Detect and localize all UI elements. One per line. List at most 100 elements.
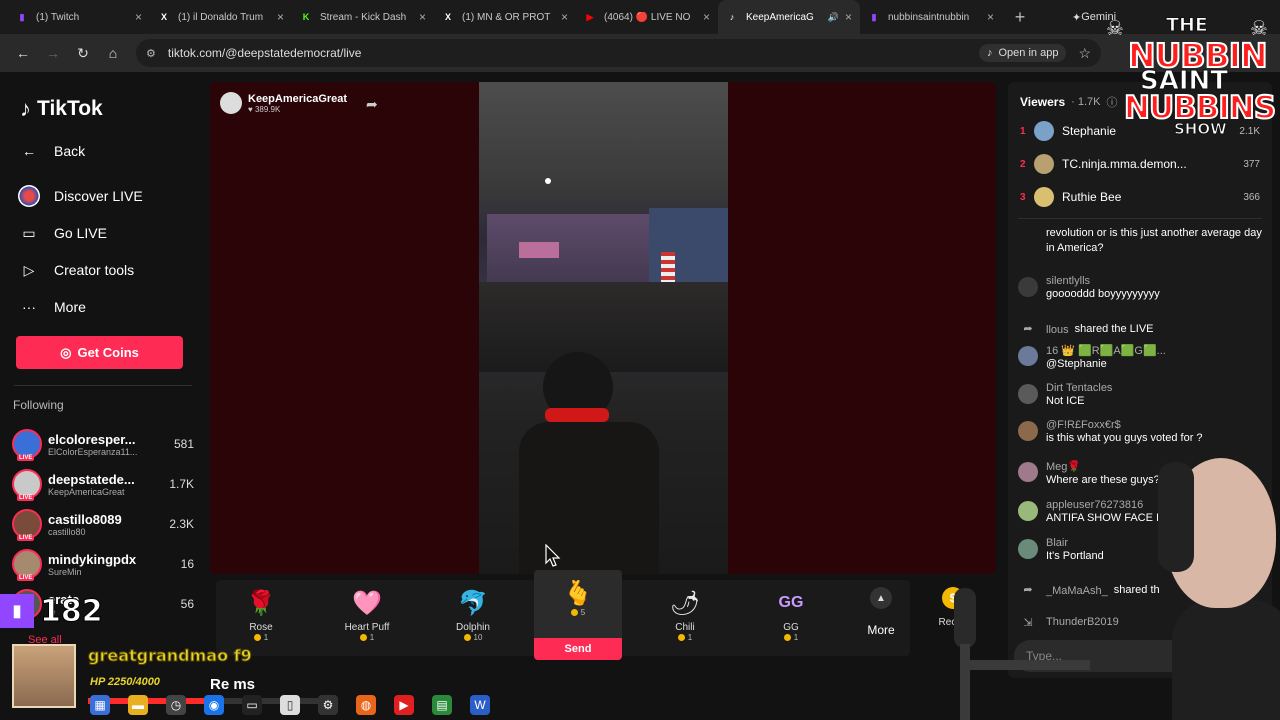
streamer-info[interactable]: KeepAmericaGreat ♥ 389.9K [220,92,347,114]
avatar[interactable] [1018,277,1038,297]
chat-message-body: Dirt Tentacles Not ICE [1046,382,1262,409]
sidebar-item-discover-live[interactable]: Discover LIVE [18,185,143,207]
get-coins-button[interactable]: ◎ Get Coins [16,336,183,369]
browser-tab[interactable]: ▮ (1) Twitch × [8,0,150,34]
following-item[interactable]: LIVE deepstatede... KeepAmericaGreat 1.7K [12,466,194,502]
settings-gear-icon[interactable]: ⚙ [318,695,338,715]
following-item[interactable]: LIVE elcoloresper... ElColorEsperanza11...… [12,426,194,462]
top-viewer-row[interactable]: 3 Ruthie Bee 366 [1020,184,1260,210]
sidebar-item-back[interactable]: ← Back [18,140,85,162]
avatar[interactable] [1018,421,1038,441]
twitch-icon: ▮ [19,11,25,22]
new-tab-button[interactable]: + [1008,7,1032,28]
sidebar-item-go-live[interactable]: ▭ Go LIVE [18,222,107,244]
avatar[interactable] [1018,228,1038,248]
avatar[interactable]: LIVE [12,549,42,581]
avatar[interactable] [1018,462,1038,482]
avatar[interactable] [1018,501,1038,521]
browser-tab[interactable]: ♪ KeepAmericaG 🔊 × [718,0,860,34]
more-gifts-button[interactable]: ▲ More [856,587,906,653]
word-icon[interactable]: W [470,695,490,715]
notepad-icon[interactable]: ▯ [280,695,300,715]
sidebar-item-more[interactable]: ··· More [18,296,86,318]
share-icon[interactable]: ➦ [366,96,378,113]
browser-tab[interactable]: X (1) MN & OR PROT × [434,0,576,34]
gift-price-value: 1 [263,633,269,642]
chrome-icon[interactable]: ◉ [204,695,224,715]
top-viewer-row[interactable]: 2 TC.ninja.mma.demon... 377 [1020,151,1260,177]
chat-username[interactable]: Dirt Tentacles [1046,382,1112,394]
forward-button[interactable]: → [38,38,68,68]
avatar[interactable] [1034,187,1054,207]
chat-username-row[interactable]: silentlylls [1046,275,1262,287]
avatar[interactable] [1034,121,1054,141]
avatar[interactable] [1018,539,1038,559]
avatar[interactable] [1018,346,1038,366]
avatar[interactable] [1018,384,1038,404]
avatar[interactable]: LIVE [12,509,42,541]
chat-username[interactable]: Meg🌹 [1046,460,1081,473]
avatar[interactable]: LIVE [12,469,42,501]
following-item[interactable]: LIVE castillo8089 castillo80 2.3K [12,506,194,542]
close-icon[interactable]: × [561,10,568,24]
chat-username[interactable]: llous [1046,324,1069,336]
streamer-avatar[interactable] [220,92,242,114]
speaker-icon[interactable]: 🔊 [828,12,839,23]
file-explorer-icon[interactable]: ▬ [128,695,148,715]
following-item[interactable]: LIVE mindykingpdx SureMin 16 [12,546,194,582]
avatar[interactable] [1034,154,1054,174]
tiktok-logo[interactable]: ♪ TikTok [20,96,103,122]
firefox-icon[interactable]: ◍ [356,695,376,715]
chat-username-row[interactable]: @F!R£Foxx€r$ [1046,419,1262,431]
youtube-icon[interactable]: ▶ [394,695,414,715]
avatar[interactable]: LIVE [12,429,42,461]
site-settings-icon[interactable]: ⚙ [146,47,156,60]
gift-heart-puff-icon: 🩷 [352,589,382,617]
task-view-icon[interactable]: ▦ [90,695,110,715]
gift-price: 1 [783,633,798,642]
chat-message: ➦ llous shared the LIVE [1018,318,1262,338]
gift-item[interactable]: 🐬 Dolphin 10 [428,580,518,656]
close-icon[interactable]: × [419,10,426,24]
live-video[interactable] [479,82,728,574]
close-icon[interactable]: × [703,10,710,24]
chat-username-row[interactable]: 16 👑 🟩R🟩A🟩G🟩... [1046,344,1262,357]
streamer-name[interactable]: KeepAmericaGreat [248,93,347,105]
live-video-stage[interactable]: KeepAmericaGreat ♥ 389.9K ➦ [210,82,996,574]
chat-username[interactable]: silentlylls [1046,275,1090,287]
chat-username[interactable]: @F!R£Foxx€r$ [1046,419,1121,431]
gift-item[interactable]: GG GG 1 [746,580,836,656]
gift-item[interactable]: 🌶 Chili 1 [640,580,730,656]
close-icon[interactable]: × [845,10,852,24]
gift-item[interactable]: 🫰 5 Send [534,570,622,660]
address-bar[interactable]: ⚙ tiktok.com/@deepstatedemocrat/live ♪ O… [136,39,1101,67]
close-icon[interactable]: × [987,10,994,24]
terminal-icon[interactable]: ▭ [242,695,262,715]
browser-tab[interactable]: K Stream - Kick Dash × [292,0,434,34]
chat-username[interactable]: 16 👑 🟩R🟩A🟩G🟩... [1046,344,1166,357]
clock-icon[interactable]: ◷ [166,695,186,715]
chat-username-row[interactable]: Dirt Tentacles [1046,382,1262,394]
spreadsheet-icon[interactable]: ▤ [432,695,452,715]
gift-item[interactable]: 🌹 Rose 1 [216,580,306,656]
close-icon[interactable]: × [277,10,284,24]
chat-text: Not ICE [1046,395,1085,407]
browser-tab[interactable]: X (1) il Donaldo Trum × [150,0,292,34]
chat-username[interactable]: Blair [1046,537,1068,549]
gift-item[interactable]: 🩷 Heart Puff 1 [322,580,412,656]
close-icon[interactable]: × [135,10,142,24]
gemini-icon: ✦ [1072,11,1082,24]
bookmark-star-icon[interactable]: ☆ [1078,45,1091,62]
reload-button[interactable]: ↻ [68,38,98,68]
home-button[interactable]: ⌂ [98,38,128,68]
twitch-icon: ▮ [0,594,34,628]
browser-tab[interactable]: ▮ nubbinsaintnubbin × [860,0,1002,34]
home-icon: ⌂ [108,45,118,61]
send-gift-button[interactable]: Send [534,638,622,660]
back-button[interactable]: ← [8,38,38,68]
url-text[interactable]: tiktok.com/@deepstatedemocrat/live [168,46,979,60]
open-in-app-button[interactable]: ♪ Open in app [979,44,1067,62]
sidebar-item-creator-tools[interactable]: ▷ Creator tools [18,259,135,281]
viewer-count: 1.7K [169,477,194,491]
browser-tab[interactable]: ▶ (4064) 🔴 LIVE NO × [576,0,718,34]
